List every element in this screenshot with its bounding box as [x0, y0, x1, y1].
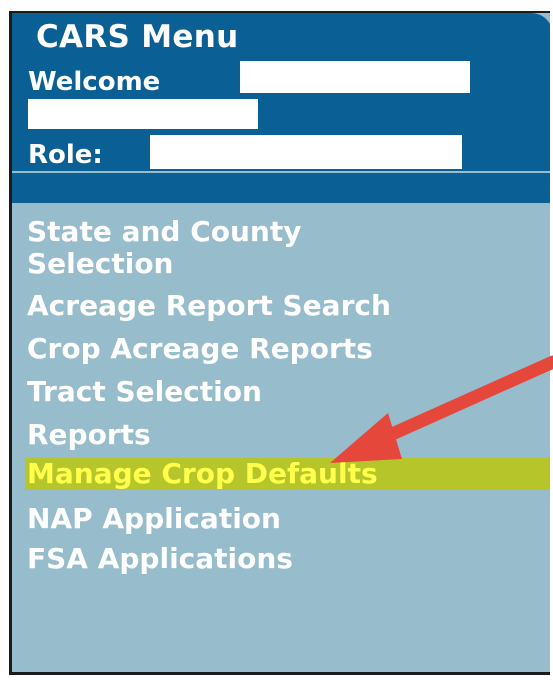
red-arrow-icon [330, 355, 553, 463]
